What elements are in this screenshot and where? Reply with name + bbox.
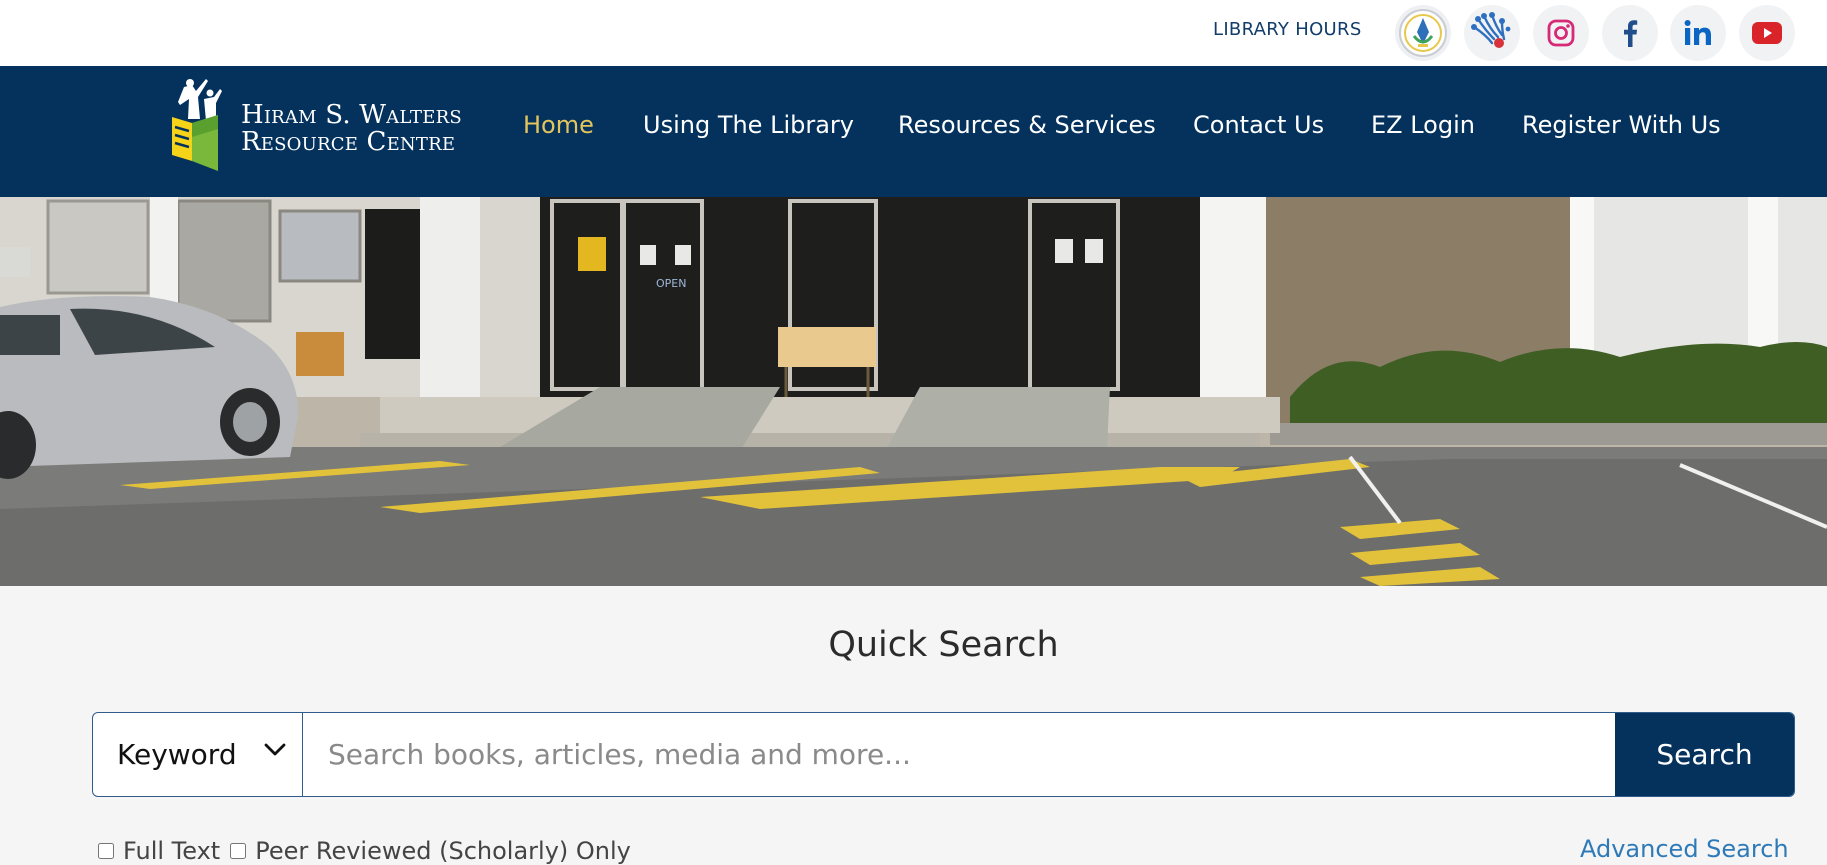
library-hours-link[interactable]: LIBRARY HOURS [1213,19,1362,40]
search-type-value: Keyword [117,738,237,771]
advanced-search-link[interactable]: Advanced Search [1580,835,1789,863]
peer-reviewed-checkbox[interactable] [230,843,247,859]
nav-home[interactable]: Home [523,111,594,139]
utility-bar: LIBRARY HOURS [0,0,1827,66]
search-input[interactable] [304,713,1618,796]
logo-emblem-icon [172,79,222,171]
nav-ez-login[interactable]: EZ Login [1371,111,1475,139]
search-options: Full Text Peer Reviewed (Scholarly) Only [98,837,641,865]
full-text-label: Full Text [123,837,221,865]
search-button[interactable]: Search [1615,713,1794,796]
network-dots-icon[interactable] [1464,5,1520,61]
chevron-down-icon [264,743,286,756]
facebook-icon[interactable] [1602,5,1658,61]
nav-register-with-us[interactable]: Register With Us [1522,111,1721,139]
youtube-icon[interactable] [1739,5,1795,61]
door-open-sign: OPEN [656,277,686,290]
full-text-checkbox[interactable] [98,843,114,859]
main-navigation: Hiram S. Walters Resource Centre Home Us… [0,66,1827,197]
instagram-icon[interactable] [1533,5,1589,61]
logo-title-line1: Hiram S. Walters [241,100,462,130]
nav-resources-services[interactable]: Resources & Services [898,111,1156,139]
hero-library-entrance-image: OPEN [0,197,1827,586]
search-bar: Keyword Search [92,712,1795,797]
nav-using-the-library[interactable]: Using The Library [643,111,854,139]
site-logo[interactable]: Hiram S. Walters Resource Centre [170,75,470,181]
quick-search-title: Quick Search [828,625,1059,665]
peer-reviewed-label: Peer Reviewed (Scholarly) Only [255,837,631,865]
peer-reviewed-option[interactable]: Peer Reviewed (Scholarly) Only [230,837,631,865]
linkedin-icon[interactable] [1670,5,1726,61]
logo-title-line2: Resource Centre [241,127,456,157]
nav-contact-us[interactable]: Contact Us [1193,111,1324,139]
search-type-select[interactable]: Keyword [93,713,303,796]
full-text-option[interactable]: Full Text [98,837,220,865]
emblem-badge-icon[interactable] [1395,5,1451,61]
